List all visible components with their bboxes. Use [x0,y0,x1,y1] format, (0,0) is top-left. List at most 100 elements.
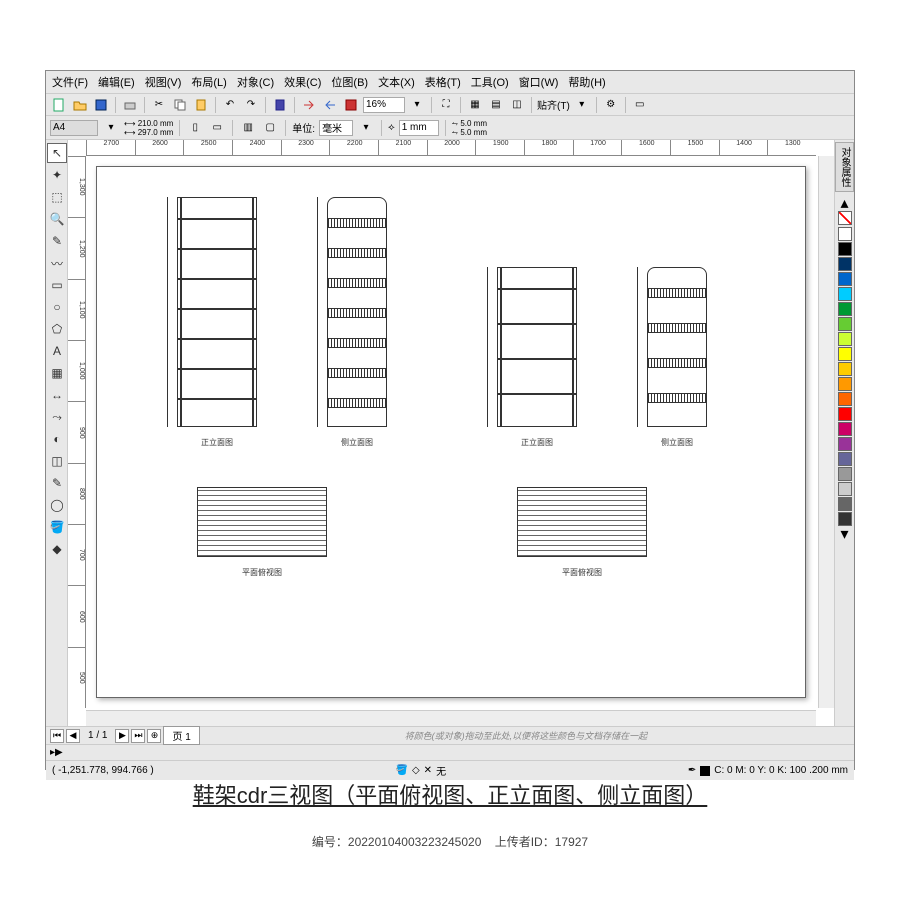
rack-front-1[interactable] [177,197,257,427]
rack-side-1[interactable] [327,197,387,427]
launcher-icon[interactable]: ▭ [631,96,649,114]
plan-view-2[interactable] [517,487,647,557]
color-swatch[interactable] [838,302,852,316]
menu-object[interactable]: 对象(C) [237,74,274,90]
color-swatch[interactable] [838,272,852,286]
crop-tool-icon[interactable]: ⬚ [47,187,67,207]
scrollbar-horizontal[interactable] [86,710,816,726]
docker-tab-object-properties[interactable]: 对象属性 [835,142,854,192]
ruler-vertical[interactable]: 1,3001,2001,1001,000900800700600500 [68,156,86,708]
page-tab[interactable]: 页 1 [163,726,199,745]
zoom-dropdown-icon[interactable]: ▾ [408,96,426,114]
canvas[interactable]: 正立面图 侧立面图 [86,156,816,708]
rack-front-2[interactable] [497,267,577,427]
menu-effect[interactable]: 效果(C) [284,74,321,90]
portrait-icon[interactable]: ▯ [186,119,204,137]
menu-table[interactable]: 表格(T) [425,74,461,90]
fullscreen-icon[interactable]: ⛶ [437,96,455,114]
snap-dropdown-icon[interactable]: ▾ [573,96,591,114]
landscape-icon[interactable]: ▭ [208,119,226,137]
save-icon[interactable] [92,96,110,114]
unit-dropdown-icon[interactable]: ▾ [357,119,375,137]
last-page-icon[interactable]: ⏭ [131,729,145,743]
menu-help[interactable]: 帮助(H) [568,74,605,90]
redo-icon[interactable]: ↷ [242,96,260,114]
color-swatch[interactable] [838,437,852,451]
polygon-tool-icon[interactable]: ⬠ [47,319,67,339]
text-tool-icon[interactable]: A [47,341,67,361]
shape-tool-icon[interactable]: ✦ [47,165,67,185]
show-grid-icon[interactable]: ▤ [487,96,505,114]
color-swatch[interactable] [838,392,852,406]
scrollbar-vertical[interactable] [818,156,834,708]
color-swatch[interactable] [838,482,852,496]
show-rulers-icon[interactable]: ▦ [466,96,484,114]
color-swatch[interactable] [838,257,852,271]
menu-tools[interactable]: 工具(O) [471,74,509,90]
palette-up-icon[interactable]: ▴ [838,196,852,210]
fill-tool-icon[interactable]: 🪣 [47,517,67,537]
ellipse-tool-icon[interactable]: ○ [47,297,67,317]
plan-view-1[interactable] [197,487,327,557]
open-icon[interactable] [71,96,89,114]
color-swatch[interactable] [838,317,852,331]
menu-layout[interactable]: 布局(L) [191,74,226,90]
palette-down-icon[interactable]: ▾ [838,527,852,541]
undo-icon[interactable]: ↶ [221,96,239,114]
color-swatch[interactable] [838,497,852,511]
ruler-horizontal[interactable]: 2700260025002400230022002100200019001800… [86,140,816,156]
prev-page-icon[interactable]: ◀ [66,729,80,743]
rectangle-tool-icon[interactable]: ▭ [47,275,67,295]
transparency-tool-icon[interactable]: ◫ [47,451,67,471]
menu-edit[interactable]: 编辑(E) [98,74,135,90]
nudge-input[interactable] [399,120,439,136]
print-icon[interactable] [121,96,139,114]
add-page-icon[interactable]: ⊕ [147,729,161,743]
color-swatch[interactable] [838,362,852,376]
zoom-input[interactable] [363,97,405,113]
search-icon[interactable] [271,96,289,114]
menu-file[interactable]: 文件(F) [52,74,88,90]
eyedropper-tool-icon[interactable]: ✎ [47,473,67,493]
color-swatch[interactable] [838,422,852,436]
color-swatch[interactable] [838,347,852,361]
freehand-tool-icon[interactable]: ✎ [47,231,67,251]
color-swatch[interactable] [838,467,852,481]
color-swatch[interactable] [838,287,852,301]
cut-icon[interactable]: ✂ [150,96,168,114]
swatch-none[interactable] [838,211,852,225]
effects-tool-icon[interactable]: ◐ [47,429,67,449]
menu-view[interactable]: 视图(V) [145,74,182,90]
outline-tool-icon[interactable]: ◯ [47,495,67,515]
dimension-tool-icon[interactable]: ↔ [47,385,67,405]
zoom-tool-icon[interactable]: 🔍 [47,209,67,229]
next-page-icon[interactable]: ▶ [115,729,129,743]
artistic-tool-icon[interactable]: 〰 [47,253,67,273]
unit-select[interactable] [319,120,353,136]
show-guides-icon[interactable]: ◫ [508,96,526,114]
copy-icon[interactable] [171,96,189,114]
color-swatch[interactable] [838,452,852,466]
menu-text[interactable]: 文本(X) [378,74,415,90]
paste-icon[interactable] [192,96,210,114]
export-icon[interactable] [321,96,339,114]
color-swatch[interactable] [838,332,852,346]
rack-side-2[interactable] [647,267,707,427]
first-page-icon[interactable]: ⏮ [50,729,64,743]
options-icon[interactable]: ⚙ [602,96,620,114]
new-icon[interactable] [50,96,68,114]
menu-window[interactable]: 窗口(W) [519,74,559,90]
color-swatch[interactable] [838,227,852,241]
color-swatch[interactable] [838,407,852,421]
current-page-icon[interactable]: ▢ [261,119,279,137]
import-icon[interactable] [300,96,318,114]
menu-bitmap[interactable]: 位图(B) [331,74,368,90]
color-swatch[interactable] [838,242,852,256]
pick-tool-icon[interactable]: ↖ [47,143,67,163]
table-tool-icon[interactable]: ▦ [47,363,67,383]
publish-icon[interactable] [342,96,360,114]
paper-dropdown-icon[interactable]: ▾ [102,119,120,137]
paper-size-select[interactable] [50,120,98,136]
snap-label[interactable]: 贴齐(T) [537,97,570,112]
all-pages-icon[interactable]: ▥ [239,119,257,137]
